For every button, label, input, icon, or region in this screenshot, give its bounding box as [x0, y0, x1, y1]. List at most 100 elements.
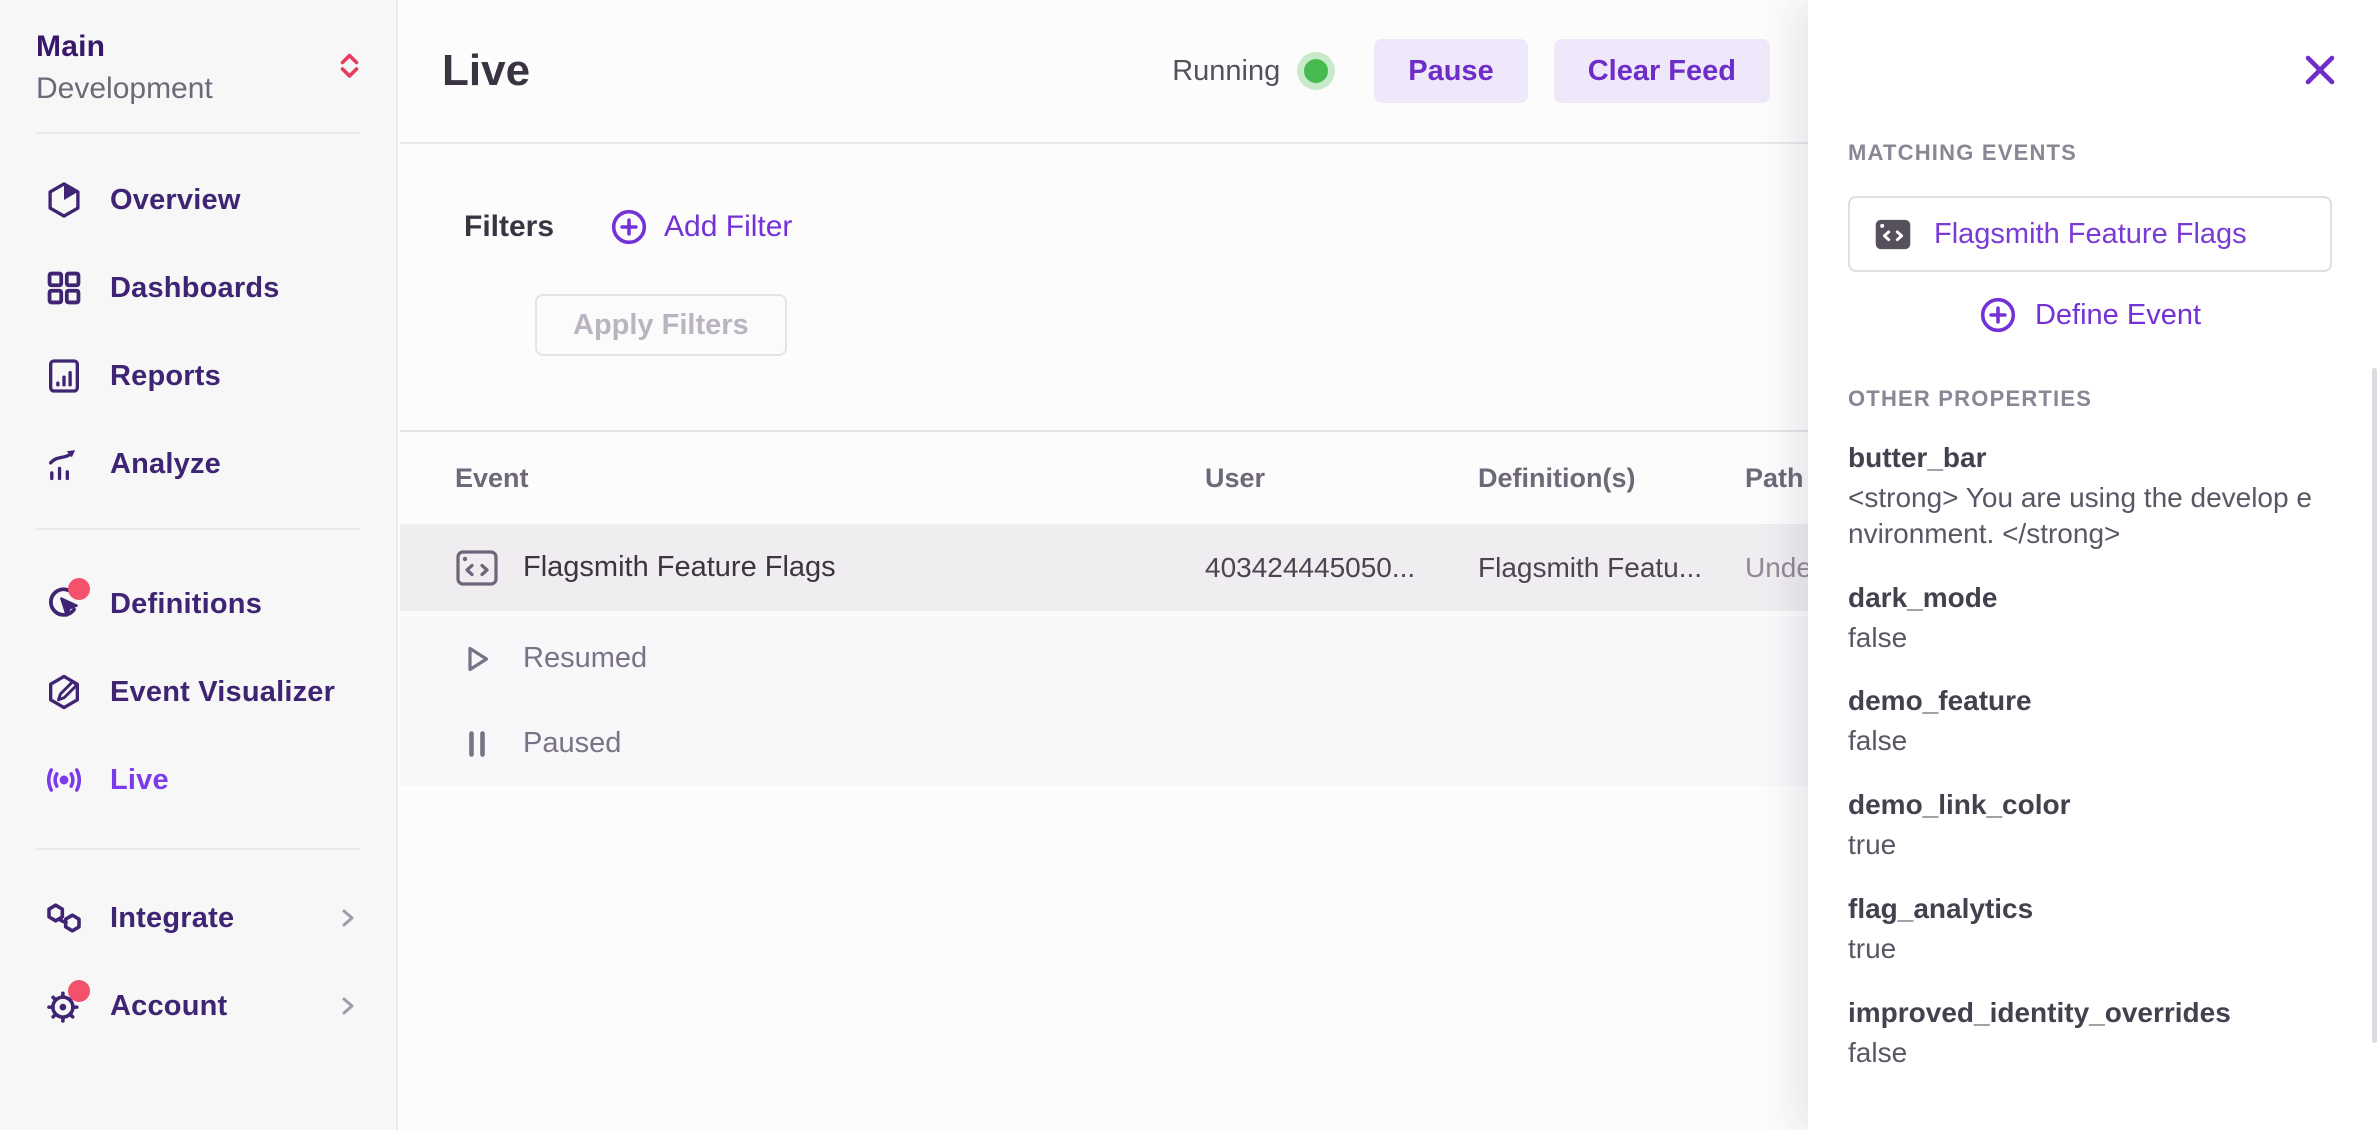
table-header-row: Event User Definition(s) Path — [400, 432, 1808, 524]
notification-dot — [68, 980, 90, 1002]
definitions-icon — [44, 584, 84, 624]
add-filter-button[interactable]: Add Filter — [610, 208, 792, 246]
event-name: Resumed — [523, 642, 647, 675]
matching-event-chip[interactable]: Flagsmith Feature Flags — [1848, 196, 2332, 272]
pause-button[interactable]: Pause — [1374, 39, 1527, 103]
panel-scrollbar[interactable] — [2372, 368, 2377, 1043]
definition-value: Flagsmith Featu... — [1478, 552, 1745, 584]
table-row-resumed[interactable]: Resumed — [400, 616, 1808, 701]
matching-event-name: Flagsmith Feature Flags — [1934, 218, 2247, 251]
events-table: Event User Definition(s) Path Flagsmith … — [400, 430, 1808, 786]
table-row-paused[interactable]: Paused — [400, 701, 1808, 786]
property-name: flag_analytics — [1848, 893, 2332, 925]
close-icon — [2296, 46, 2344, 94]
feed-status-label: Running — [1172, 55, 1280, 88]
column-header-definitions: Definition(s) — [1478, 463, 1745, 494]
apply-filters-button[interactable]: Apply Filters — [535, 294, 787, 356]
plus-circle-icon — [610, 208, 648, 246]
column-header-path: Path — [1745, 463, 1808, 494]
property-item: improved_identity_overrides false — [1848, 997, 2332, 1071]
add-filter-label: Add Filter — [664, 210, 792, 244]
property-item: dark_mode false — [1848, 582, 2332, 656]
property-value: true — [1848, 827, 2332, 863]
filters-label: Filters — [464, 210, 554, 244]
sidebar-item-label: Overview — [110, 184, 241, 217]
unfold-more-icon — [332, 48, 368, 84]
property-name: butter_bar — [1848, 442, 2332, 474]
sidebar-item-label: Live — [110, 764, 169, 797]
chevron-right-icon — [330, 988, 366, 1024]
pause-icon — [455, 724, 499, 764]
page-header: Live Running Pause Clear Feed — [400, 0, 1808, 144]
sidebar-item-reports[interactable]: Reports — [0, 332, 396, 420]
live-broadcast-icon — [44, 760, 84, 800]
matching-events-heading: MATCHING EVENTS — [1848, 0, 2332, 166]
code-window-icon — [1874, 217, 1912, 252]
workspace-environment-name: Development — [36, 72, 360, 106]
event-name: Paused — [523, 727, 621, 760]
clear-feed-button[interactable]: Clear Feed — [1554, 39, 1770, 103]
chevron-right-icon — [330, 900, 366, 936]
sidebar-item-label: Dashboards — [110, 272, 280, 305]
code-window-icon — [455, 548, 499, 588]
page-title: Live — [442, 46, 530, 96]
sidebar-item-overview[interactable]: Overview — [0, 156, 396, 244]
sidebar-divider — [36, 848, 360, 850]
sidebar-item-definitions[interactable]: Definitions — [0, 560, 396, 648]
gear-icon — [44, 986, 84, 1026]
play-icon — [455, 639, 499, 679]
define-event-button[interactable]: Define Event — [1848, 280, 2332, 350]
event-details-panel: MATCHING EVENTS Flagsmith Feature Flags … — [1808, 0, 2380, 1130]
feed-controls: Running Pause Clear Feed — [1172, 39, 1770, 103]
sidebar-item-label: Event Visualizer — [110, 676, 335, 709]
app-screen: Main Development Overview Dashboards — [0, 0, 2380, 1130]
property-name: improved_identity_overrides — [1848, 997, 2332, 1029]
status-green-dot — [1304, 59, 1328, 83]
path-value: Undefined — [1745, 552, 1808, 584]
other-properties-heading: OTHER PROPERTIES — [1848, 386, 2332, 412]
dashboards-icon — [44, 268, 84, 308]
property-item: flag_analytics true — [1848, 893, 2332, 967]
workspace-project-name: Main — [36, 30, 360, 64]
property-value: <strong> You are using the develop e nvi… — [1848, 480, 2332, 552]
table-row-flagsmith[interactable]: Flagsmith Feature Flags 403424445050... … — [400, 524, 1808, 611]
property-value: true — [1848, 931, 2332, 967]
close-panel-button[interactable] — [2296, 46, 2344, 94]
event-visualizer-icon — [44, 672, 84, 712]
sidebar-item-integrate[interactable]: Integrate — [0, 874, 396, 962]
property-name: demo_link_color — [1848, 789, 2332, 821]
main-content: Live Running Pause Clear Feed Filters Ad… — [400, 0, 1808, 1130]
integrate-icon — [44, 898, 84, 938]
sidebar-item-event-visualizer[interactable]: Event Visualizer — [0, 648, 396, 736]
property-value: false — [1848, 723, 2332, 759]
notification-dot — [68, 578, 90, 600]
sidebar-item-label: Integrate — [110, 902, 234, 935]
sidebar-item-dashboards[interactable]: Dashboards — [0, 244, 396, 332]
property-value: false — [1848, 1035, 2332, 1071]
sidebar-item-account[interactable]: Account — [0, 962, 396, 1050]
reports-icon — [44, 356, 84, 396]
user-id-value: 403424445050... — [1205, 552, 1478, 584]
property-item: butter_bar <strong> You are using the de… — [1848, 442, 2332, 552]
sidebar-item-label: Definitions — [110, 588, 262, 621]
property-item: demo_link_color true — [1848, 789, 2332, 863]
sidebar-item-live[interactable]: Live — [0, 736, 396, 824]
property-name: demo_feature — [1848, 685, 2332, 717]
sidebar-item-label: Analyze — [110, 448, 221, 481]
sidebar-nav: Overview Dashboards Reports Analyze — [0, 134, 396, 1050]
filters-section: Filters Add Filter Apply Filters — [400, 144, 1808, 356]
analyze-icon — [44, 444, 84, 484]
property-value: false — [1848, 620, 2332, 656]
column-header-event: Event — [455, 463, 1205, 494]
plus-circle-icon — [1979, 296, 2017, 334]
column-header-user: User — [1205, 463, 1478, 494]
sidebar-item-analyze[interactable]: Analyze — [0, 420, 396, 508]
event-name: Flagsmith Feature Flags — [523, 551, 836, 584]
overview-icon — [44, 180, 84, 220]
sidebar-item-label: Account — [110, 990, 227, 1023]
sidebar-divider — [36, 528, 360, 530]
workspace-switcher[interactable]: Main Development — [0, 0, 396, 106]
property-item: demo_feature false — [1848, 685, 2332, 759]
sidebar-item-label: Reports — [110, 360, 221, 393]
sidebar: Main Development Overview Dashboards — [0, 0, 398, 1130]
